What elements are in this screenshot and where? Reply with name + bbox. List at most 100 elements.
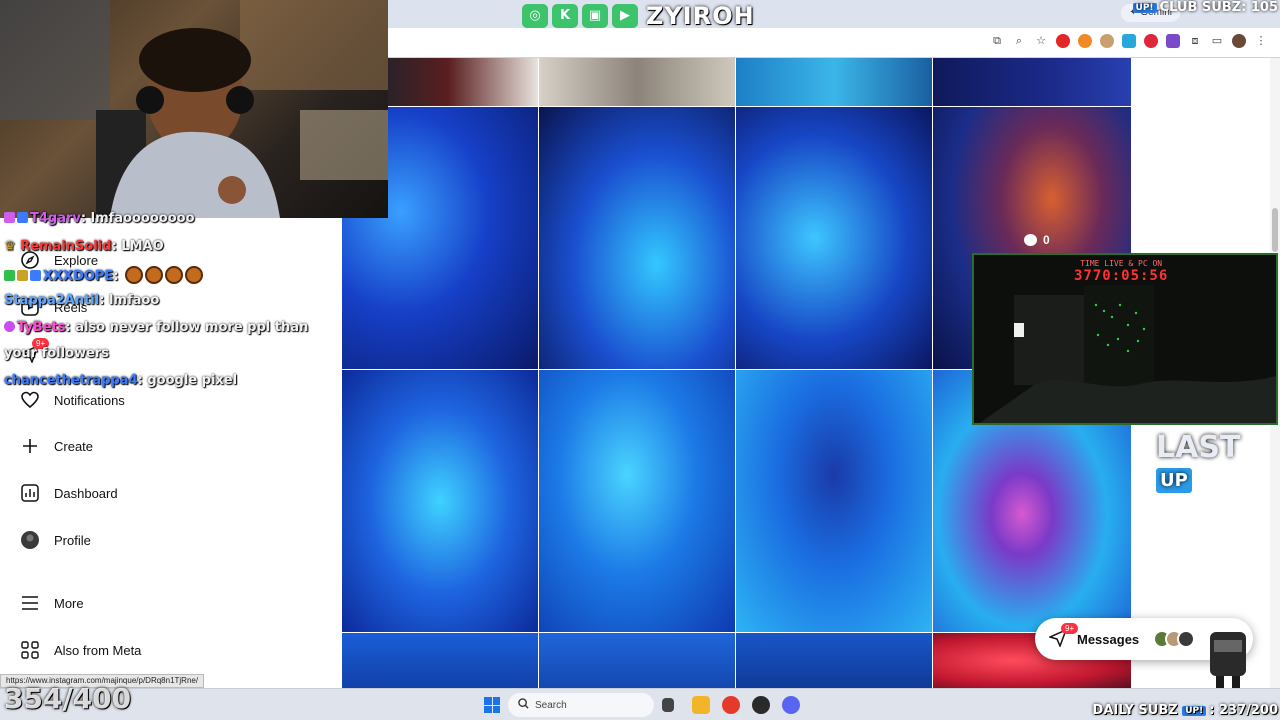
chat-text: your followers: [4, 346, 110, 361]
grid-tile[interactable]: [388, 58, 538, 106]
bookmark-star-icon[interactable]: ☆: [1034, 34, 1048, 48]
pc-camera-overlay: TIME LIVE & PC ON 3770:05:56: [972, 253, 1278, 425]
extension-row: ⧉ ⌕ ☆ ⧈ ▭ ⋮: [990, 34, 1268, 48]
nav-item-more[interactable]: More: [20, 593, 84, 613]
extension-icon[interactable]: [1144, 34, 1158, 48]
nav-item-notifications[interactable]: Notifications: [20, 390, 125, 410]
chat-separator: :: [111, 239, 122, 254]
chat-message: Stappa2Antil: lmfaoo: [4, 293, 159, 308]
webcam-image: [0, 0, 388, 218]
nav-item-dashboard[interactable]: Dashboard: [20, 483, 118, 503]
chat-username: Stappa2Antil: [4, 293, 100, 308]
up-label: UP: [1156, 468, 1192, 493]
nav-item-also-from-meta[interactable]: Also from Meta: [20, 640, 141, 660]
nav-item-label: Dashboard: [54, 485, 118, 501]
crown-icon: ♛: [4, 239, 21, 254]
messages-label: Messages: [1077, 631, 1140, 647]
grid-tile[interactable]: [736, 370, 932, 632]
comment-icon: [1024, 234, 1037, 246]
extension-icon[interactable]: [1166, 34, 1180, 48]
brand-banner: ◎ K ▣ ▶ ZYIROH: [522, 2, 755, 30]
avatar: [1177, 630, 1196, 648]
grid-tile[interactable]: [539, 58, 735, 106]
grid-tile[interactable]: [539, 107, 735, 369]
windows-taskbar: Search: [0, 688, 1280, 720]
club-subz-text: CLUB SUBZ: 105: [1159, 0, 1278, 15]
instagram-icon: ◎: [522, 4, 548, 28]
start-button[interactable]: [484, 697, 500, 713]
grid-tile[interactable]: [736, 107, 932, 369]
chat-message: chancethetrappa4: google pixel: [4, 373, 237, 388]
extension-icon[interactable]: [1056, 34, 1070, 48]
club-subz-counter: UP! CLUB SUBZ: 105: [1132, 0, 1278, 15]
menu-icon: [20, 593, 40, 613]
chat-text: also never follow more ppl than: [75, 320, 309, 335]
extension-icon[interactable]: [1078, 34, 1092, 48]
chat-username: T4garv: [30, 211, 81, 226]
extension-icon[interactable]: [1122, 34, 1136, 48]
chat-separator: :: [113, 269, 124, 284]
stream-frame: 0 Explore Reels 9+ Notifications Create …: [0, 0, 1280, 720]
grid-tile[interactable]: [539, 370, 735, 632]
nav-item-create[interactable]: Create: [20, 436, 93, 456]
zoom-icon[interactable]: ⌕: [1012, 34, 1026, 48]
message-avatars: [1153, 630, 1196, 648]
streamer-name: ZYIROH: [646, 2, 755, 30]
grid-tile[interactable]: [736, 58, 932, 106]
chat-username: chancethetrappa4: [4, 373, 138, 388]
nav-item-label: Profile: [54, 532, 91, 548]
task-view-icon[interactable]: [662, 698, 674, 712]
like-count-value: 0: [1043, 233, 1050, 247]
profile-avatar[interactable]: [1232, 34, 1246, 48]
nav-item-label: Also from Meta: [54, 642, 142, 658]
uptime-label: TIME LIVE & PC ON: [1080, 259, 1163, 268]
chat-separator: :: [137, 373, 148, 388]
sub-goal-counter: 354/400: [4, 682, 132, 715]
grid-tile[interactable]: [539, 633, 735, 688]
profile-avatar: [20, 530, 40, 550]
dashboard-icon: [20, 483, 40, 503]
heart-icon: [20, 390, 40, 410]
daily-subz-counter: DAILY SUBZ UP!: 237/200: [1093, 703, 1278, 718]
plus-icon: [20, 436, 40, 456]
obs-icon[interactable]: [752, 696, 770, 714]
grid-tile[interactable]: [933, 58, 1131, 106]
chat-separator: :: [80, 211, 91, 226]
puzzle-icon[interactable]: ⧈: [1188, 34, 1202, 48]
kick-icon: K: [552, 4, 578, 28]
side-panel-icon[interactable]: ▭: [1210, 34, 1224, 48]
chat-separator: :: [65, 320, 76, 335]
streamer-webcam: [0, 0, 388, 218]
chat-username: XXXDOPE: [43, 269, 114, 284]
messages-badge: 9+: [1061, 623, 1079, 634]
nav-item-profile[interactable]: Profile: [20, 530, 91, 550]
last-up-overlay: LAST UP: [1156, 430, 1280, 500]
extension-icon[interactable]: [1100, 34, 1114, 48]
last-label: LAST: [1156, 430, 1241, 465]
chrome-icon[interactable]: [722, 696, 740, 714]
nav-item-label: Notifications: [54, 392, 125, 408]
emote-icon: [125, 266, 144, 284]
grid-tile[interactable]: [342, 370, 538, 632]
discord-icon[interactable]: [782, 696, 800, 714]
nav-item-label: Create: [54, 438, 94, 454]
file-explorer-icon[interactable]: [692, 696, 710, 714]
kebab-menu-icon[interactable]: ⋮: [1254, 34, 1268, 48]
nav-item-label: More: [54, 595, 84, 611]
chat-message: T4garv: lmfaoooooooo: [4, 211, 195, 226]
scrollbar-thumb[interactable]: [1272, 208, 1278, 252]
chat-text: google pixel: [147, 373, 238, 388]
grid-tile[interactable]: [342, 633, 538, 688]
search-icon: [518, 698, 529, 712]
up-badge: UP!: [1182, 705, 1207, 716]
emote-icon: [165, 266, 184, 284]
install-app-icon[interactable]: ⧉: [990, 34, 1004, 48]
sub-badge-icon: [4, 321, 15, 332]
uptime-timer: TIME LIVE & PC ON 3770:05:56: [1074, 259, 1168, 284]
taskbar-search[interactable]: Search: [508, 693, 654, 717]
daily-subz-value: : 237/200: [1209, 703, 1278, 718]
instagram-sidebar: Explore Reels 9+ Notifications Create Da…: [0, 218, 342, 688]
chat-text: lmfaoooooooo: [90, 211, 195, 226]
uptime-value: 3770:05:56: [1074, 268, 1169, 284]
grid-tile[interactable]: [736, 633, 932, 688]
